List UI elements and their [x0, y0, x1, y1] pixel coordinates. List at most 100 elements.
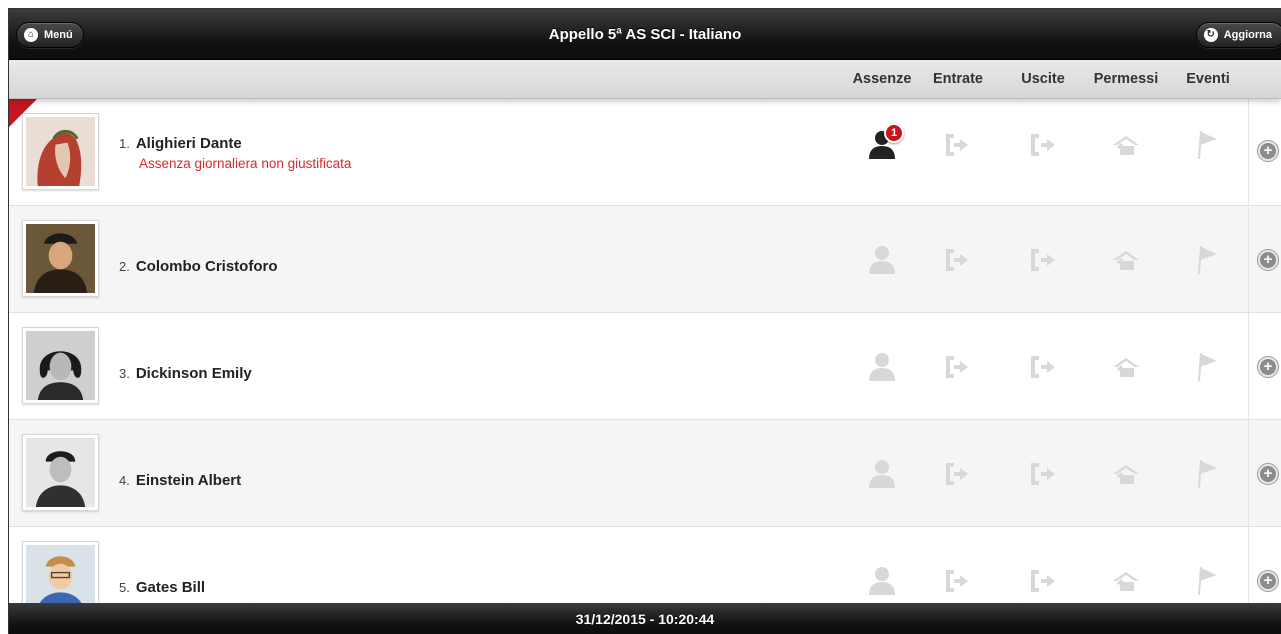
absence-button[interactable] [862, 240, 902, 280]
column-header-uscite: Uscite [1021, 71, 1065, 87]
sign-in-icon [944, 132, 972, 158]
student-number: 1. [119, 136, 130, 151]
person-icon [865, 566, 899, 596]
column-header-row: Assenze Entrate Uscite Permessi Eventi [9, 60, 1281, 99]
portrait-dickinson [26, 331, 95, 400]
student-row[interactable]: 4. Einstein Albert + [9, 420, 1281, 527]
row-divider [1248, 206, 1249, 312]
event-button[interactable] [1188, 125, 1228, 165]
absence-button[interactable] [862, 347, 902, 387]
portrait-einstein [26, 438, 95, 507]
absence-button[interactable] [862, 561, 902, 601]
sign-out-icon [1029, 461, 1057, 487]
permission-button[interactable] [1106, 454, 1146, 494]
sign-in-icon [944, 461, 972, 487]
late-entry-button[interactable] [938, 561, 978, 601]
event-button[interactable] [1188, 240, 1228, 280]
refresh-icon: ↻ [1203, 28, 1218, 42]
flag-icon [1195, 244, 1221, 276]
student-row[interactable]: 2. Colombo Cristoforo + [9, 206, 1281, 313]
refresh-button-label: Aggiorna [1223, 29, 1272, 41]
early-exit-button[interactable] [1023, 240, 1063, 280]
permission-button[interactable] [1106, 125, 1146, 165]
student-photo [22, 327, 99, 404]
sign-out-icon [1029, 247, 1057, 273]
permission-icon [1111, 248, 1141, 272]
student-name: 1. Alighieri Dante [119, 135, 242, 152]
student-name: 5. Gates Bill [119, 579, 205, 596]
student-number: 3. [119, 366, 130, 381]
absence-count-badge: 1 [884, 123, 904, 143]
permission-icon [1111, 355, 1141, 379]
flag-icon [1195, 565, 1221, 597]
student-name-text: Alighieri Dante [135, 135, 242, 152]
page-title: Appello 5ª AS SCI - Italiano [548, 26, 742, 43]
plus-icon[interactable]: + [1258, 357, 1278, 377]
row-divider [1248, 420, 1249, 526]
top-toolbar: ⌂ Menú Appello 5ª AS SCI - Italiano ↻ Ag… [9, 9, 1281, 60]
permission-icon [1111, 133, 1141, 157]
event-button[interactable] [1188, 347, 1228, 387]
column-header-eventi: Eventi [1186, 71, 1230, 87]
footer-clock: 31/12/2015 - 10:20:44 [9, 603, 1281, 634]
late-entry-button[interactable] [938, 454, 978, 494]
portrait-columbus [26, 224, 95, 293]
person-icon [865, 245, 899, 275]
permission-icon [1111, 462, 1141, 486]
student-name-text: Dickinson Emily [135, 365, 252, 382]
sign-in-icon [944, 247, 972, 273]
student-name: 2. Colombo Cristoforo [119, 258, 278, 275]
student-name-text: Gates Bill [135, 579, 206, 596]
student-number: 4. [119, 473, 130, 488]
app-frame: ⌂ Menú Appello 5ª AS SCI - Italiano ↻ Ag… [8, 8, 1281, 634]
late-entry-button[interactable] [938, 347, 978, 387]
plus-icon[interactable]: + [1258, 571, 1278, 591]
portrait-dante [26, 117, 95, 186]
person-icon [865, 459, 899, 489]
absence-button[interactable] [862, 454, 902, 494]
flag-icon [1195, 129, 1221, 161]
sign-out-icon [1029, 132, 1057, 158]
row-divider [1248, 313, 1249, 419]
student-status-note: Assenza giornaliera non giustificata [139, 156, 352, 171]
student-photo [22, 220, 99, 297]
student-name-text: Colombo Cristoforo [135, 258, 278, 275]
student-name: 3. Dickinson Emily [119, 365, 252, 382]
late-entry-button[interactable] [938, 125, 978, 165]
sign-out-icon [1029, 568, 1057, 594]
permission-button[interactable] [1106, 347, 1146, 387]
person-icon [865, 352, 899, 382]
column-header-permessi: Permessi [1093, 71, 1159, 87]
sign-out-icon [1029, 354, 1057, 380]
plus-icon[interactable]: + [1258, 250, 1278, 270]
refresh-button[interactable]: ↻ Aggiorna [1195, 22, 1281, 48]
late-entry-button[interactable] [938, 240, 978, 280]
column-header-entrate: Entrate [933, 71, 983, 87]
early-exit-button[interactable] [1023, 125, 1063, 165]
flag-icon [1195, 458, 1221, 490]
student-row[interactable]: 3. Dickinson Emily + [9, 313, 1281, 420]
permission-button[interactable] [1106, 561, 1146, 601]
absence-flag-marker [9, 99, 37, 127]
early-exit-button[interactable] [1023, 454, 1063, 494]
plus-icon[interactable]: + [1258, 141, 1278, 161]
student-row[interactable]: 1. Alighieri Dante Assenza giornaliera non… [9, 99, 1281, 206]
permission-icon [1111, 569, 1141, 593]
early-exit-button[interactable] [1023, 347, 1063, 387]
early-exit-button[interactable] [1023, 561, 1063, 601]
student-number: 2. [119, 259, 130, 274]
student-name-text: Einstein Albert [135, 472, 242, 489]
absence-button[interactable]: 1 [862, 123, 904, 165]
student-photo [22, 434, 99, 511]
student-number: 5. [119, 580, 130, 595]
plus-icon[interactable]: + [1258, 464, 1278, 484]
flag-icon [1195, 351, 1221, 383]
sign-in-icon [944, 354, 972, 380]
event-button[interactable] [1188, 561, 1228, 601]
event-button[interactable] [1188, 454, 1228, 494]
permission-button[interactable] [1106, 240, 1146, 280]
row-divider [1248, 99, 1249, 205]
column-header-assenze: Assenze [852, 71, 912, 87]
sign-in-icon [944, 568, 972, 594]
student-name: 4. Einstein Albert [119, 472, 241, 489]
